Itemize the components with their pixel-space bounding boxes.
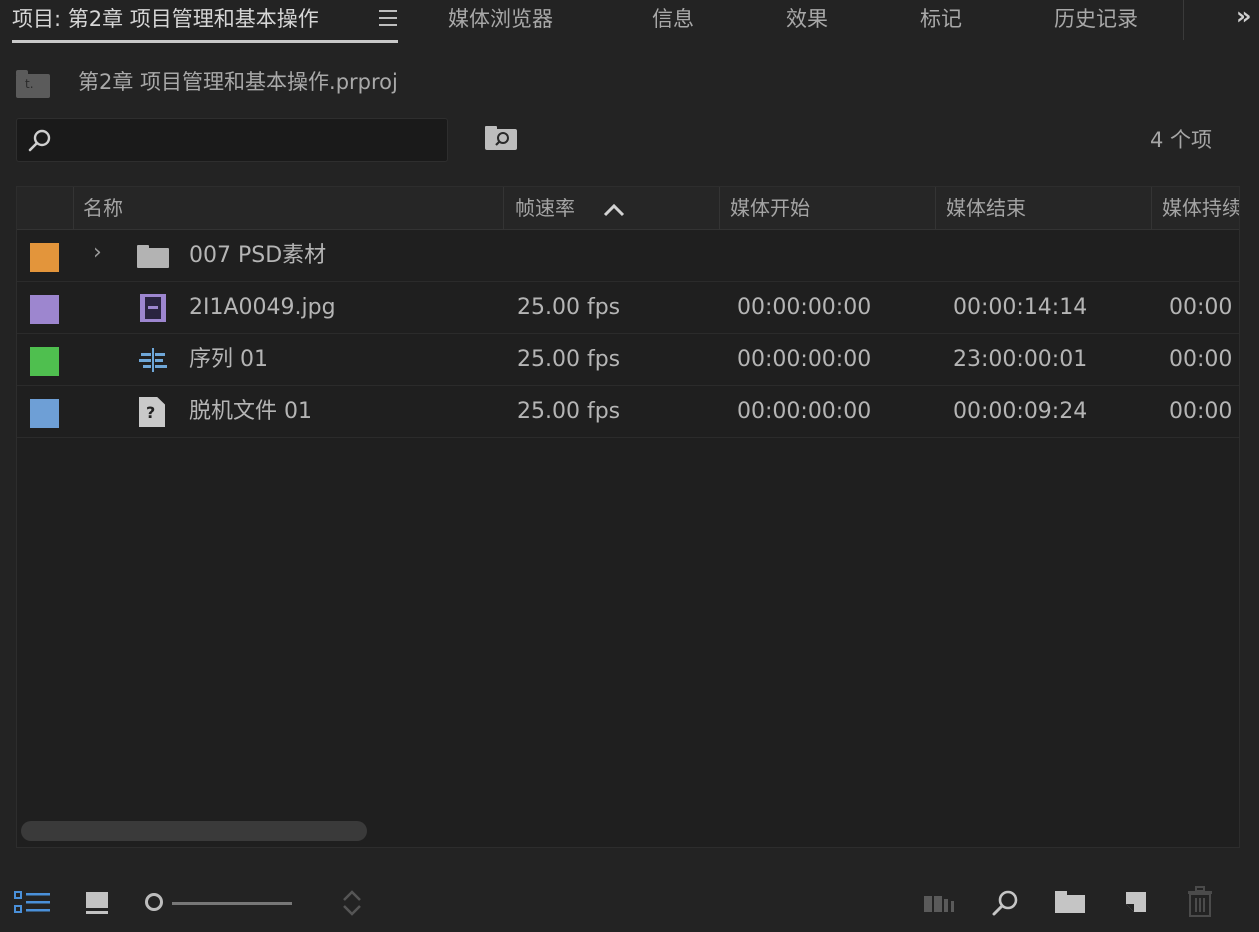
item-media-duration: 00:00 xyxy=(1169,347,1233,372)
tab-overflow-button[interactable]: » xyxy=(1236,2,1252,30)
column-divider[interactable] xyxy=(719,187,720,229)
column-divider[interactable] xyxy=(935,187,936,229)
project-path: t. 第2章 项目管理和基本操作.prproj xyxy=(0,60,1259,100)
item-name: 序列 01 xyxy=(189,347,268,372)
item-media-start: 00:00:00:00 xyxy=(737,295,872,320)
project-item-list: 名称 帧速率 媒体开始 媒体结束 媒体持续 › 007 PSD素材 2I1A00… xyxy=(16,186,1240,848)
still-image-icon xyxy=(140,294,166,322)
sequence-icon xyxy=(139,348,167,372)
expand-chevron-icon[interactable]: › xyxy=(93,240,102,265)
column-header-row: 名称 帧速率 媒体开始 媒体结束 媒体持续 xyxy=(17,187,1239,230)
item-media-start: 00:00:00:00 xyxy=(737,347,872,372)
item-media-duration: 00:00 xyxy=(1169,399,1233,424)
column-divider[interactable] xyxy=(503,187,504,229)
column-header-name[interactable]: 名称 xyxy=(83,187,503,229)
list-item[interactable]: 序列 01 25.00 fps 00:00:00:00 23:00:00:01 … xyxy=(17,334,1239,386)
horizontal-scrollbar[interactable] xyxy=(21,821,367,841)
label-color-swatch[interactable] xyxy=(30,295,59,324)
tab-history[interactable]: 历史记录 xyxy=(1054,4,1138,34)
zoom-slider-handle[interactable] xyxy=(145,893,163,911)
list-view-icon[interactable] xyxy=(14,890,52,916)
label-color-swatch[interactable] xyxy=(30,399,59,428)
project-folder-up-icon[interactable]: t. xyxy=(16,70,50,98)
active-tab-indicator xyxy=(12,40,398,43)
panel-menu-icon[interactable] xyxy=(379,10,397,26)
column-header-media-end[interactable]: 媒体结束 xyxy=(946,187,1146,229)
search-input[interactable] xyxy=(67,119,441,161)
new-bin-icon[interactable] xyxy=(1054,889,1086,915)
tab-divider xyxy=(1183,0,1184,40)
item-frame-rate: 25.00 fps xyxy=(517,347,621,372)
item-name: 脱机文件 01 xyxy=(189,399,312,424)
item-media-end: 00:00:09:24 xyxy=(953,399,1088,424)
column-header-media-duration[interactable]: 媒体持续 xyxy=(1162,187,1239,229)
item-media-start: 00:00:00:00 xyxy=(737,399,872,424)
project-file-name: 第2章 项目管理和基本操作.prproj xyxy=(78,70,398,94)
tab-effects[interactable]: 效果 xyxy=(786,4,828,34)
column-header-media-start[interactable]: 媒体开始 xyxy=(730,187,930,229)
find-icon[interactable] xyxy=(991,888,1021,918)
search-box[interactable] xyxy=(16,118,448,162)
offline-file-icon: ? xyxy=(139,397,165,427)
trash-icon[interactable] xyxy=(1186,886,1214,918)
label-color-swatch[interactable] xyxy=(30,347,59,376)
column-divider[interactable] xyxy=(1151,187,1152,229)
tab-markers[interactable]: 标记 xyxy=(920,4,962,34)
tab-info[interactable]: 信息 xyxy=(652,4,694,34)
list-item[interactable]: 2I1A0049.jpg 25.00 fps 00:00:00:00 00:00… xyxy=(17,282,1239,334)
icon-view-icon[interactable] xyxy=(84,890,110,916)
item-name: 2I1A0049.jpg xyxy=(189,295,336,320)
list-item[interactable]: › 007 PSD素材 xyxy=(17,230,1239,282)
list-item[interactable]: ? 脱机文件 01 25.00 fps 00:00:00:00 00:00:09… xyxy=(17,386,1239,438)
item-frame-rate: 25.00 fps xyxy=(517,399,621,424)
item-name: 007 PSD素材 xyxy=(189,243,327,268)
tab-project[interactable]: 项目: 第2章 项目管理和基本操作 xyxy=(12,4,319,34)
item-media-end: 00:00:14:14 xyxy=(953,295,1088,320)
item-media-duration: 00:00 xyxy=(1169,295,1233,320)
search-icon xyxy=(28,129,51,152)
item-media-end: 23:00:00:01 xyxy=(953,347,1088,372)
panel-tab-bar: 项目: 第2章 项目管理和基本操作 媒体浏览器 信息 效果 标记 历史记录 » xyxy=(0,0,1259,46)
tab-media-browser[interactable]: 媒体浏览器 xyxy=(448,4,553,34)
new-item-icon[interactable] xyxy=(1122,888,1150,916)
find-in-bin-icon[interactable] xyxy=(484,126,518,152)
zoom-slider-track[interactable] xyxy=(172,902,292,905)
item-frame-rate: 25.00 fps xyxy=(517,295,621,320)
bin-folder-icon xyxy=(137,245,169,268)
sort-icons-icon[interactable] xyxy=(340,888,364,918)
item-count: 4 个项 xyxy=(1150,128,1213,152)
column-divider xyxy=(73,187,74,229)
sort-ascending-icon[interactable] xyxy=(603,203,625,217)
label-color-swatch[interactable] xyxy=(30,243,59,272)
automate-to-sequence-icon[interactable] xyxy=(922,893,960,915)
